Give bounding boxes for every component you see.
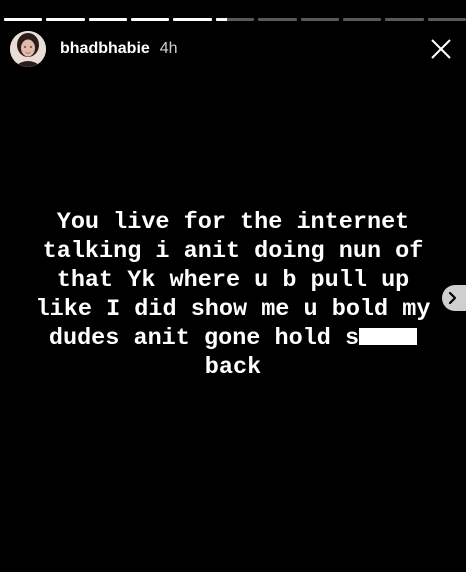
progress-segment [342,18,382,21]
username[interactable]: bhadbhabie [60,40,150,58]
progress-segment [215,18,255,21]
story-progress-bar [4,18,466,21]
next-story-button[interactable] [442,285,466,311]
avatar[interactable] [10,31,46,67]
story-text-line: You live for the internet [56,209,410,236]
progress-segment [46,18,85,21]
progress-segment [173,18,212,21]
progress-segment [4,18,43,21]
story-text-line: that Yk where u b pull up [56,267,410,294]
progress-segment-fill [46,18,85,21]
progress-segment [258,18,297,21]
progress-segment [427,18,466,21]
story-text: You live for the internet talking i anit… [10,208,456,382]
progress-segment-fill [215,18,228,21]
progress-segment [131,18,170,21]
progress-segment-fill [131,18,170,21]
story-text-line-redacted: dudes anit gone hold s [10,324,456,353]
progress-segment [88,18,128,21]
story-text-line: back [204,354,262,381]
story-header: bhadbhabie 4h [10,30,454,68]
chevron-right-icon [448,291,457,305]
redaction-bar [359,328,418,345]
story-text-fragment: dudes anit gone hold s [48,325,360,352]
story-text-line: like I did show me u bold my [35,296,431,323]
progress-segment-fill [173,18,212,21]
close-icon[interactable] [428,36,454,62]
post-time: 4h [159,40,178,57]
progress-segment-fill [4,18,43,21]
progress-segment-fill [88,18,128,21]
progress-segment [385,18,424,21]
story-text-line: talking i anit doing nun of [42,238,424,265]
progress-segment [300,18,339,21]
